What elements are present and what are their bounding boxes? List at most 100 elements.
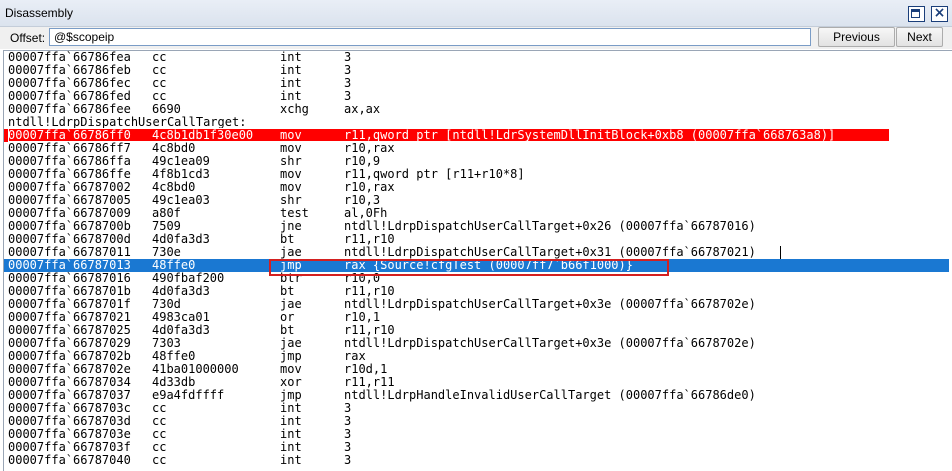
restore-icon[interactable] [908, 6, 925, 22]
instruction-row[interactable]: 00007ffa`66787037 e9a4fdffff jmp ntdll!Ldrp… [4, 389, 949, 402]
mnemonic: int [280, 427, 302, 441]
instruction-row[interactable]: 00007ffa`6678703c cc int 3 [4, 402, 949, 415]
opcode-bytes: cc [152, 63, 167, 77]
instruction-row[interactable]: 00007ffa`66787040 cc int 3 [4, 454, 949, 467]
address: 00007ffa`66787002 [8, 180, 131, 194]
opcode-bytes: a80f [152, 206, 181, 220]
instruction-row[interactable]: 00007ffa`66787016 490fbaf200 btr r10,0 [4, 272, 949, 285]
offset-toolbar: Offset: Previous Next [0, 27, 952, 49]
mnemonic: xor [280, 375, 302, 389]
breakpoint-instruction-row[interactable]: 00007ffa`66786ff0 4c8b1db1f30e00 mov r11,qw… [4, 129, 889, 142]
mnemonic: int [280, 453, 302, 467]
mnemonic: bt [280, 232, 295, 246]
opcode-bytes: 7509 [152, 219, 181, 233]
opcode-bytes: cc [152, 401, 167, 415]
instruction-row[interactable]: 00007ffa`6678703d cc int 3 [4, 415, 949, 428]
mnemonic: jae [280, 336, 302, 350]
operands: r10,3 [344, 193, 381, 207]
instruction-row[interactable]: 00007ffa`66786feb cc int 3 [4, 64, 949, 77]
instruction-row[interactable]: 00007ffa`6678703e cc int 3 [4, 428, 949, 441]
instruction-row[interactable]: 00007ffa`6678700d 4d0fa3d3 bt r11,r10 [4, 233, 949, 246]
instruction-row[interactable]: 00007ffa`66786ffe 4f8b1cd3 mov r11,qword pt… [4, 168, 949, 181]
operands: ntdll!LdrpHandleInvalidUserCallTarget (0… [344, 388, 756, 402]
operands: 3 [344, 440, 352, 454]
instruction-row[interactable]: 00007ffa`66786ffa 49c1ea09 shr r10,9 [4, 155, 949, 168]
instruction-row[interactable]: 00007ffa`6678703f cc int 3 [4, 441, 949, 454]
address: 00007ffa`66787037 [8, 388, 131, 402]
instruction-row[interactable]: 00007ffa`66787025 4d0fa3d3 bt r11,r10 [4, 324, 949, 337]
instruction-row[interactable]: 00007ffa`66786fee 6690 xchg ax,ax [4, 103, 949, 116]
address: 00007ffa`66786fee [8, 102, 131, 116]
mnemonic: or [280, 310, 295, 324]
instruction-row[interactable]: 00007ffa`6678700b 7509 jne ntdll!LdrpDispat… [4, 220, 949, 233]
mnemonic: int [280, 76, 302, 90]
opcode-bytes: cc [152, 76, 167, 90]
instruction-row[interactable]: 00007ffa`6678701f 730d jae ntdll!LdrpDispat… [4, 298, 949, 311]
address: 00007ffa`66786ffe [8, 167, 131, 181]
close-icon[interactable]: × [931, 5, 948, 22]
mnemonic: int [280, 50, 302, 64]
symbol-label-row[interactable]: ntdll!LdrpDispatchUserCallTarget: [4, 116, 949, 129]
opcode-bytes: 4c8b1db1f30e00 [152, 128, 254, 142]
instruction-row[interactable]: 00007ffa`6678702b 48ffe0 jmp rax [4, 350, 949, 363]
operands: r11,r11 [344, 375, 395, 389]
current-instruction-row[interactable]: 00007ffa`66787013 48ffe0 jmp rax {Source!cf… [4, 259, 949, 272]
title-bar: Disassembly × [0, 0, 952, 27]
opcode-bytes: 49c1ea09 [152, 154, 210, 168]
opcode-bytes: cc [152, 414, 167, 428]
instruction-row[interactable]: 00007ffa`66786ff7 4c8bd0 mov r10,rax [4, 142, 949, 155]
instruction-row[interactable]: 00007ffa`66787029 7303 jae ntdll!LdrpDispat… [4, 337, 949, 350]
opcode-bytes: 7303 [152, 336, 181, 350]
instruction-row[interactable]: 00007ffa`66787021 4983ca01 or r10,1 [4, 311, 949, 324]
symbol-label: ntdll!LdrpDispatchUserCallTarget: [8, 115, 247, 129]
address: 00007ffa`6678702b [8, 349, 131, 363]
operands: r11,r10 [344, 232, 395, 246]
instruction-row[interactable]: 00007ffa`66787009 a80f test al,0Fh [4, 207, 949, 220]
opcode-bytes: cc [152, 427, 167, 441]
disassembly-listing[interactable]: 00007ffa`66787040 cc int 3 00007ffa`6678703f… [3, 50, 952, 471]
mnemonic: jae [280, 297, 302, 311]
instruction-row[interactable]: 00007ffa`66787034 4d33db xor r11,r11 [4, 376, 949, 389]
operands: r10d,1 [344, 362, 388, 376]
previous-button[interactable]: Previous [818, 27, 895, 47]
mnemonic: shr [280, 193, 302, 207]
instruction-row[interactable]: 00007ffa`6678702e 41ba01000000 mov r10d,1 [4, 363, 949, 376]
mnemonic: bt [280, 284, 295, 298]
mnemonic: jmp [280, 349, 302, 363]
address: 00007ffa`66786fec [8, 76, 131, 90]
opcode-bytes: cc [152, 50, 167, 64]
operands: r10,rax [344, 180, 395, 194]
operands: ntdll!LdrpDispatchUserCallTarget+0x31 (0… [344, 245, 756, 259]
instruction-row[interactable]: 00007ffa`66786fed cc int 3 [4, 90, 949, 103]
next-button[interactable]: Next [896, 27, 943, 47]
mnemonic: jmp [280, 388, 302, 402]
mnemonic: xchg [280, 102, 309, 116]
opcode-bytes: 4c8bd0 [152, 180, 196, 194]
instruction-row[interactable]: 00007ffa`66786fea cc int 3 [4, 51, 949, 64]
instruction-row[interactable]: 00007ffa`6678701b 4d0fa3d3 bt r11,r10 [4, 285, 949, 298]
instruction-row[interactable]: 00007ffa`66786fec cc int 3 [4, 77, 949, 90]
operands: r10,0 [344, 271, 381, 285]
offset-label: Offset: [10, 31, 46, 45]
address: 00007ffa`66786fea [8, 50, 131, 64]
operands: ax,ax [344, 102, 381, 116]
address: 00007ffa`66787013 [8, 258, 131, 272]
mnemonic: bt [280, 323, 295, 337]
offset-input[interactable] [49, 28, 811, 46]
address: 00007ffa`6678701f [8, 297, 131, 311]
address: 00007ffa`66787029 [8, 336, 131, 350]
operands: r11,r10 [344, 284, 395, 298]
opcode-bytes: 730d [152, 297, 181, 311]
operands: r11,r10 [344, 323, 395, 337]
operands: r11,qword ptr [r11+r10*8] [344, 167, 525, 181]
operands: al,0Fh [344, 206, 388, 220]
opcode-bytes: 48ffe0 [152, 349, 196, 363]
address: 00007ffa`6678702e [8, 362, 131, 376]
mnemonic: jae [280, 245, 302, 259]
mnemonic: mov [280, 180, 302, 194]
operands: 3 [344, 63, 352, 77]
instruction-row[interactable]: 00007ffa`66787002 4c8bd0 mov r10,rax [4, 181, 949, 194]
address: 00007ffa`66787009 [8, 206, 131, 220]
instruction-row[interactable]: 00007ffa`66787005 49c1ea03 shr r10,3 [4, 194, 949, 207]
instruction-row[interactable]: 00007ffa`66787011 730e jae ntdll!LdrpDispat… [4, 246, 949, 259]
